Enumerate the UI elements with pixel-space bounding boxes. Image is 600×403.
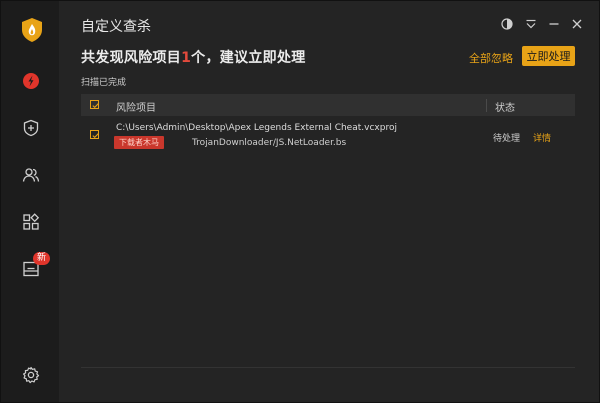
sidebar-item-accounts[interactable] <box>18 164 44 190</box>
minimize-button[interactable] <box>547 17 561 31</box>
column-header-status: 状态 <box>495 103 515 114</box>
new-badge: 新 <box>33 252 51 265</box>
scan-status-text: 扫描已完成 <box>81 78 127 88</box>
headline-suffix: 个，建议立即处理 <box>191 50 306 66</box>
menu-button[interactable] <box>524 17 538 31</box>
scan-result-headline: 共发现风险项目1个，建议立即处理 <box>81 47 306 67</box>
file-path: C:\Users\Admin\Desktop\Apex Legends Exte… <box>116 123 397 133</box>
threat-type-badge: 下载者木马 <box>114 136 164 149</box>
details-link[interactable]: 详情 <box>533 131 551 144</box>
gear-icon <box>22 366 40 388</box>
table-header: 风险项目 状态 <box>81 94 575 116</box>
row-status: 待处理 <box>493 134 521 144</box>
threat-name: TrojanDownloader/JS.NetLoader.bs <box>192 138 347 148</box>
settings-button[interactable] <box>18 364 44 390</box>
sidebar-item-protection[interactable] <box>18 117 44 143</box>
contrast-icon <box>501 15 513 34</box>
risk-count: 1 <box>181 50 192 66</box>
footer-divider <box>81 367 575 368</box>
virus-scan-icon <box>22 72 40 94</box>
sidebar-item-apps[interactable] <box>18 211 44 237</box>
sidebar: 新 <box>1 1 59 402</box>
minimize-icon <box>548 15 560 34</box>
window-title: 自定义查杀 <box>81 19 151 35</box>
table-row: C:\Users\Admin\Desktop\Apex Legends Exte… <box>81 119 575 159</box>
fix-now-button[interactable]: 立即处理 <box>522 46 575 66</box>
dropdown-menu-icon <box>525 15 537 34</box>
app-window: 新 自定义查杀 共发现风险项目1个，建议立即处理 全部忽略 立即处理 扫描已完成… <box>0 0 600 403</box>
column-divider <box>486 99 487 112</box>
apps-grid-icon <box>22 213 40 235</box>
theme-toggle-button[interactable] <box>500 17 514 31</box>
ignore-all-link[interactable]: 全部忽略 <box>469 50 513 66</box>
select-all-checkbox[interactable] <box>90 100 99 109</box>
close-icon <box>571 15 583 34</box>
sidebar-item-virus-scan[interactable] <box>18 70 44 96</box>
app-logo-icon <box>21 17 43 43</box>
close-button[interactable] <box>570 17 584 31</box>
headline-prefix: 共发现风险项目 <box>81 50 182 66</box>
users-icon <box>22 166 40 188</box>
row-checkbox[interactable] <box>90 130 99 139</box>
shield-plus-icon <box>22 119 40 141</box>
main-panel: 自定义查杀 共发现风险项目1个，建议立即处理 全部忽略 立即处理 扫描已完成 风… <box>59 1 599 402</box>
column-header-risk-item: 风险项目 <box>116 103 156 114</box>
